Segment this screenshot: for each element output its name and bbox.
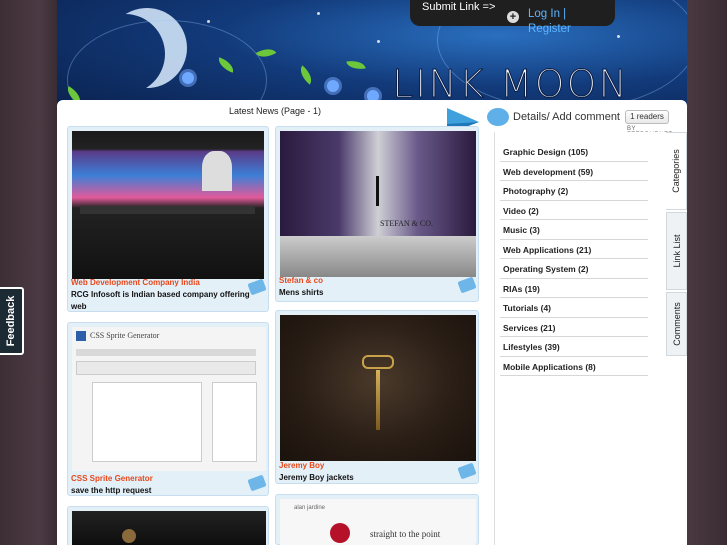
thumb-logo: alan jardine <box>294 505 326 511</box>
post-description: Jeremy Boy jackets <box>279 473 354 482</box>
post-thumbnail[interactable]: STEFAN & CO. <box>280 131 476 277</box>
login-register-link[interactable]: Log In | Register <box>528 7 578 37</box>
post-card[interactable]: CSS Sprite Generator CSS Sprite Generato… <box>67 322 269 496</box>
speech-bubble-icon <box>487 108 509 126</box>
post-title[interactable]: Jeremy Boy <box>279 461 324 470</box>
thumb-heading: CSS Sprite Generator <box>90 331 160 340</box>
category-item[interactable]: Mobile Applications (8) <box>500 357 648 376</box>
category-item[interactable]: Operating System (2) <box>500 259 648 279</box>
plus-icon: + <box>507 11 519 23</box>
leaf-decoration <box>346 58 366 72</box>
post-card[interactable]: Web Development Company India RCG Infoso… <box>67 126 269 312</box>
bookmark-icon[interactable] <box>247 278 267 296</box>
star-decoration <box>617 35 620 38</box>
details-label: Details/ Add comment <box>513 111 620 123</box>
star-decoration <box>377 40 380 43</box>
login-box: + Log In | Register <box>500 4 610 35</box>
post-card[interactable] <box>67 506 269 545</box>
flower-decoration <box>182 72 194 84</box>
flower-decoration <box>327 80 339 92</box>
page-background-left <box>0 0 57 545</box>
tab-label: Categories <box>671 149 681 193</box>
content-panel: Latest News (Page - 1) Details/ Add comm… <box>57 100 687 545</box>
post-thumbnail[interactable]: alan jardine straight to the point <box>280 499 476 545</box>
category-item[interactable]: Photography (2) <box>500 181 648 201</box>
category-item[interactable]: Services (21) <box>500 318 648 337</box>
category-item[interactable]: Tutorials (4) <box>500 298 648 318</box>
category-item[interactable]: Music (3) <box>500 220 648 240</box>
feedback-tab[interactable]: Feedback <box>0 287 24 355</box>
brand-mark: STEFAN & CO. <box>380 219 433 228</box>
star-decoration <box>207 20 210 23</box>
latest-news-heading: Latest News (Page - 1) <box>229 106 322 116</box>
category-item[interactable]: Graphic Design (105) <box>500 142 648 162</box>
post-card[interactable]: alan jardine straight to the point <box>275 494 479 545</box>
post-thumbnail[interactable] <box>72 511 266 545</box>
page-background-right <box>687 0 727 545</box>
post-title[interactable]: CSS Sprite Generator <box>71 474 153 483</box>
post-title[interactable]: Web Development Company India <box>71 278 200 287</box>
submit-link-label[interactable]: Submit Link => <box>422 1 495 13</box>
category-item[interactable]: RIAs (19) <box>500 279 648 298</box>
tab-label: Comments <box>671 302 682 346</box>
post-card[interactable]: STEFAN & CO. Stefan & co Mens shirts <box>275 126 479 302</box>
category-item[interactable]: Video (2) <box>500 201 648 220</box>
bookmark-icon[interactable] <box>247 474 267 492</box>
tab-label: Link List <box>671 234 682 268</box>
categories-sidebar: Graphic Design (105) Web development (59… <box>494 132 666 545</box>
leaf-decoration <box>295 65 317 85</box>
post-thumbnail[interactable] <box>72 131 264 279</box>
thumb-tagline: straight to the point <box>370 529 441 539</box>
category-item[interactable]: Web development (59) <box>500 162 648 181</box>
tab-comments[interactable]: Comments <box>666 292 687 356</box>
bookmark-icon[interactable] <box>457 462 477 480</box>
person-photo <box>202 151 232 191</box>
post-description: save the http request <box>71 486 152 495</box>
tab-categories[interactable]: Categories <box>666 132 687 210</box>
feedback-label: Feedback <box>5 295 17 347</box>
tab-link-list[interactable]: Link List <box>666 212 687 290</box>
feed-reader-count: 1 readers <box>625 110 669 124</box>
bookmark-icon[interactable] <box>457 276 477 294</box>
post-description: RCG Infosoft is Indian based company off… <box>71 290 250 311</box>
details-add-comment-button[interactable]: Details/ Add comment <box>487 108 620 126</box>
post-card[interactable]: Jeremy Boy Jeremy Boy jackets <box>275 310 479 484</box>
post-thumbnail[interactable] <box>280 315 476 461</box>
category-item[interactable]: Lifestyles (39) <box>500 337 648 357</box>
star-decoration <box>317 12 320 15</box>
post-thumbnail[interactable]: CSS Sprite Generator <box>72 327 266 471</box>
category-item[interactable]: Web Applications (21) <box>500 240 648 259</box>
post-description: Mens shirts <box>279 288 324 297</box>
post-title[interactable]: Stefan & co <box>279 276 323 285</box>
